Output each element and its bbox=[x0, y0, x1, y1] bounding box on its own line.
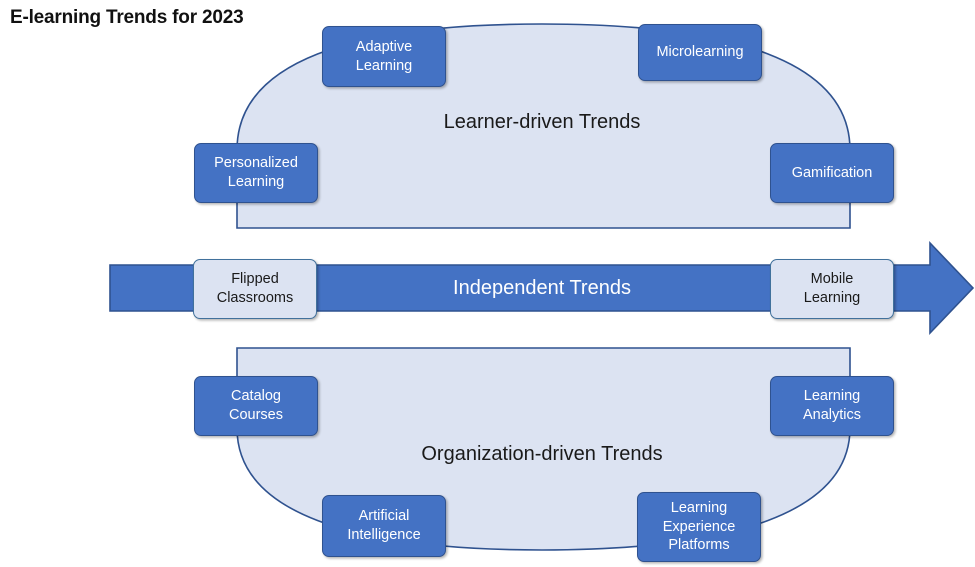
node-learning-analytics-line2: Analytics bbox=[802, 407, 862, 423]
node-mobile-learning[interactable]: Mobile Learning bbox=[770, 259, 894, 319]
node-artificial-intelligence-line1: Artificial bbox=[358, 508, 410, 525]
organization-driven-trends-label: Organization-driven Trends bbox=[421, 443, 663, 465]
node-lxp-line1: Learning bbox=[670, 500, 728, 517]
node-flipped-classrooms-line1: Flipped bbox=[231, 271, 279, 288]
learner-driven-trends-label: Learner-driven Trends bbox=[443, 111, 641, 133]
node-mobile-learning-line1: Mobile bbox=[810, 271, 854, 288]
independent-trends-label: Independent Trends bbox=[453, 277, 631, 299]
diagram-canvas: E-learning Trends for 2023 Learner-drive… bbox=[0, 0, 975, 567]
node-microlearning[interactable]: Microlearning bbox=[638, 24, 762, 81]
node-learning-analytics[interactable]: Learning Analytics bbox=[770, 376, 894, 436]
node-personalized-learning[interactable]: Personalized Learning bbox=[194, 143, 318, 203]
node-adaptive-learning[interactable]: Adaptive Learning bbox=[322, 26, 446, 87]
node-personalized-learning-line1: Personalized bbox=[214, 155, 298, 172]
node-catalog-courses-line2: Courses bbox=[229, 407, 283, 423]
node-flipped-classrooms[interactable]: Flipped Classrooms bbox=[193, 259, 317, 319]
node-gamification[interactable]: Gamification bbox=[770, 143, 894, 203]
node-lxp-line2: Experience bbox=[662, 518, 736, 535]
node-artificial-intelligence[interactable]: Artificial Intelligence bbox=[322, 495, 446, 557]
node-catalog-courses[interactable]: Catalog Courses bbox=[194, 376, 318, 436]
node-lxp-line3: Platforms bbox=[668, 537, 730, 554]
node-microlearning-line1: Microlearning bbox=[656, 44, 744, 61]
node-learning-experience-platforms[interactable]: Learning Experience Platforms bbox=[637, 492, 761, 562]
node-catalog-courses-line1: Catalog bbox=[231, 388, 281, 405]
page-title: E-learning Trends for 2023 bbox=[10, 7, 244, 28]
node-learning-analytics-line1: Learning bbox=[803, 388, 861, 405]
node-personalized-learning-line2: Learning bbox=[227, 174, 285, 190]
node-gamification-line1: Gamification bbox=[791, 164, 873, 181]
node-adaptive-learning-line2: Learning bbox=[355, 57, 413, 74]
node-adaptive-learning-line1: Adaptive bbox=[355, 38, 413, 55]
node-artificial-intelligence-line2: Intelligence bbox=[347, 527, 421, 543]
node-flipped-classrooms-line2: Classrooms bbox=[216, 290, 294, 306]
node-mobile-learning-line2: Learning bbox=[803, 290, 861, 306]
